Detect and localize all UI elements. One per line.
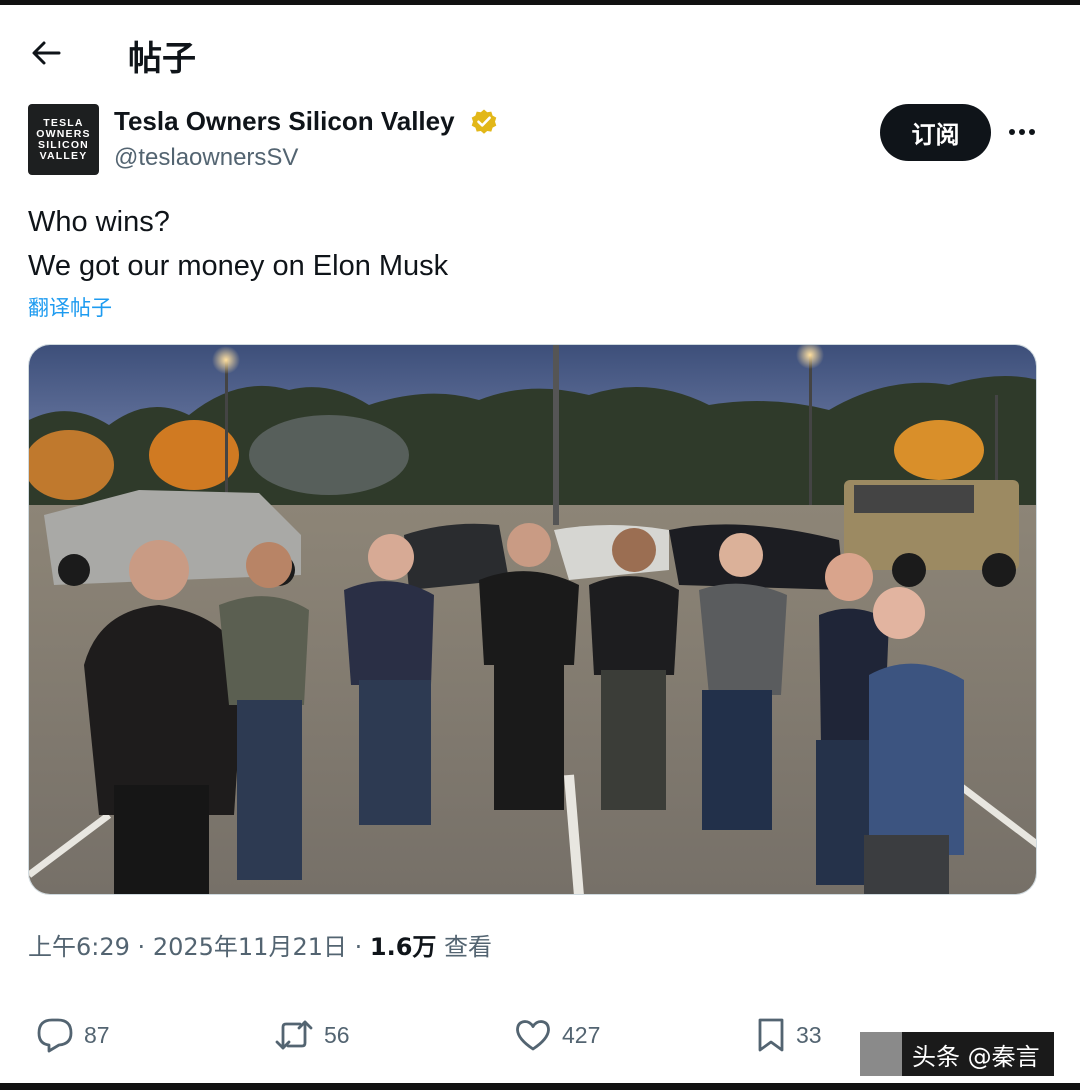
back-button[interactable] (26, 33, 66, 73)
more-icon-dot (1019, 129, 1025, 135)
parking-lot-photo (29, 345, 1036, 894)
post-line: Who wins? (28, 206, 170, 238)
post-time: 上午6:29 (28, 933, 130, 961)
reply-icon (37, 1018, 73, 1053)
author-handle[interactable]: @teslaownersSV (114, 144, 298, 172)
bookmark-count: 33 (796, 1021, 822, 1048)
page-title: 帖子 (128, 39, 196, 79)
avatar-logo-text: TESLA OWNERS SILICON VALLEY (36, 116, 91, 162)
views-label: 查看 (444, 933, 493, 961)
like-button[interactable]: 427 (514, 1010, 600, 1060)
bookmark-button[interactable]: 33 (756, 1010, 822, 1060)
author-display-name[interactable]: Tesla Owners Silicon Valley (114, 106, 455, 137)
more-icon-dot (1029, 129, 1035, 135)
reply-count: 87 (84, 1021, 110, 1048)
watermark-text: 头条 @秦言 (902, 1032, 1054, 1076)
bookmark-icon (758, 1018, 784, 1052)
watermark-gray-block (860, 1032, 902, 1076)
post-body: Who wins? We got our money on Elon Musk (28, 200, 448, 288)
repost-icon (275, 1020, 313, 1050)
separator: · (354, 933, 363, 961)
heart-icon (516, 1020, 550, 1051)
repost-button[interactable]: 56 (274, 1010, 350, 1060)
more-options-button[interactable] (1004, 116, 1040, 148)
post-line: We got our money on Elon Musk (28, 250, 449, 282)
post-meta: 上午6:29 · 2025年11月21日 · 1.6万 查看 (28, 927, 492, 962)
bottom-border (0, 1083, 1080, 1090)
views-count: 1.6万 (369, 933, 437, 961)
reply-button[interactable]: 87 (36, 1010, 110, 1060)
post-photo[interactable] (28, 344, 1037, 895)
separator: · (137, 933, 146, 961)
verified-badge-icon (471, 109, 497, 134)
post-date: 2025年11月21日 (152, 933, 347, 961)
header: 帖子 (0, 5, 1080, 97)
like-count: 427 (562, 1021, 601, 1048)
watermark: 头条 @秦言 (860, 1032, 1054, 1076)
repost-count: 56 (324, 1021, 350, 1048)
arrow-left-icon (32, 41, 61, 65)
more-icon (1009, 129, 1015, 135)
translate-post-link[interactable]: 翻译帖子 (28, 292, 112, 322)
avatar[interactable]: TESLA OWNERS SILICON VALLEY (28, 104, 99, 175)
subscribe-button[interactable]: 订阅 (880, 104, 991, 161)
